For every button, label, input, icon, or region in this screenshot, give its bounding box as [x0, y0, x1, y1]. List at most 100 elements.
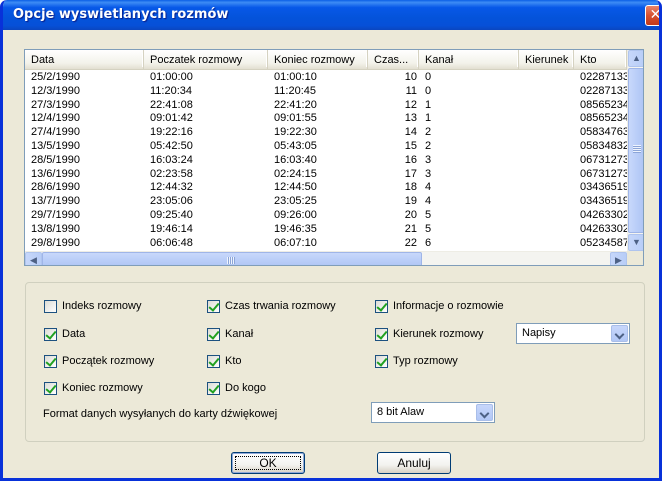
format-select[interactable]: 8 bit Alaw [371, 402, 495, 423]
table-cell [519, 112, 574, 126]
column-header-who[interactable]: Kto [574, 50, 627, 70]
checkbox-to-whom[interactable] [207, 382, 220, 395]
scrollbar-corner [627, 251, 643, 265]
checkbox-index[interactable] [44, 300, 57, 313]
option-duration[interactable]: Czas trwania rozmowy [207, 299, 336, 314]
table-row[interactable]: 27/3/1990 22:41:08 22:41:20 12 1 0856523449 [25, 99, 627, 113]
list-header: Data Poczatek rozmowy Koniec rozmowy Cza… [25, 50, 627, 70]
format-label: Format danych wysyłanych do karty dźwięk… [43, 408, 278, 420]
table-row[interactable]: 27/4/1990 19:22:16 19:22:30 14 2 0583476326 [25, 126, 627, 140]
table-cell: 10 [404, 71, 417, 83]
table-row[interactable]: 13/7/1990 23:05:06 23:05:25 19 4 0343651982 [25, 195, 627, 209]
table-row[interactable]: 13/6/1990 02:23:58 02:24:15 17 3 0673127320 [25, 168, 627, 182]
table-cell: 29/7/1990 [31, 208, 80, 221]
table-cell: 0 [425, 71, 432, 83]
close-button[interactable]: ✕ [645, 5, 659, 26]
table-cell: 22 [404, 236, 417, 249]
direction-select[interactable]: Napisy [516, 323, 630, 344]
table-row[interactable]: 13/8/1990 19:46:14 19:46:35 21 5 0426330254 [25, 223, 627, 237]
table-cell: 15 [404, 139, 417, 152]
grip-icon [227, 257, 235, 264]
table-cell: 3 [425, 153, 432, 166]
option-index[interactable]: Indeks rozmowy [44, 299, 141, 314]
checkbox-channel[interactable] [207, 328, 220, 341]
table-cell: 05:42:50 [150, 139, 193, 152]
horizontal-scrollbar[interactable]: ◀ ▶ [25, 251, 627, 265]
option-start[interactable]: Początek rozmowy [44, 354, 154, 369]
table-cell: 2 [425, 126, 432, 139]
option-label: Do kogo [225, 382, 266, 394]
checkbox-direction[interactable] [375, 328, 388, 341]
table-cell: 06:06:48 [150, 236, 193, 249]
title-bar[interactable]: Opcje wyswietlanych rozmów ✕ [3, 0, 659, 30]
vertical-scroll-thumb[interactable] [628, 68, 643, 233]
table-row[interactable]: 12/4/1990 09:01:42 09:01:55 13 1 0856523449 [25, 112, 627, 126]
table-cell: 09:26:00 [274, 208, 317, 221]
option-end[interactable]: Koniec rozmowy [44, 381, 143, 396]
option-channel[interactable]: Kanał [207, 327, 253, 342]
column-header-duration[interactable]: Czas... [368, 50, 419, 70]
horizontal-scroll-thumb[interactable] [42, 252, 422, 265]
checkbox-date[interactable] [44, 328, 57, 341]
dialog-window: Opcje wyswietlanych rozmów ✕ Data Poczat… [0, 0, 662, 481]
table-cell: 13/5/1990 [31, 139, 80, 152]
option-to-whom[interactable]: Do kogo [207, 381, 266, 396]
scroll-right-button[interactable]: ▶ [610, 252, 627, 265]
column-header-channel[interactable]: Kanał [419, 50, 519, 70]
column-header-start[interactable]: Poczatek rozmowy [144, 50, 268, 70]
checkbox-start[interactable] [44, 355, 57, 368]
table-row[interactable]: 29/8/1990 06:06:48 06:07:10 22 6 0523458787 [25, 237, 627, 251]
option-who[interactable]: Kto [207, 354, 242, 369]
table-cell: 4 [425, 195, 432, 208]
scroll-down-button[interactable]: ▼ [628, 234, 643, 251]
table-cell [519, 71, 574, 85]
table-row[interactable]: 28/6/1990 12:44:32 12:44:50 18 4 0343651982 [25, 181, 627, 195]
cancel-button[interactable]: Anuluj [377, 452, 451, 474]
checkbox-who[interactable] [207, 355, 220, 368]
table-row[interactable]: 12/3/1990 11:20:34 11:20:45 11 0 0228713333 [25, 85, 627, 99]
table-cell: 11:20:34 [150, 84, 193, 97]
table-row[interactable]: 13/5/1990 05:42:50 05:43:05 15 2 0583483233 [25, 140, 627, 154]
ok-button[interactable]: OK [231, 452, 305, 474]
list-body: 25/2/199001:00:0001:00:10100022871332812… [25, 71, 627, 251]
scroll-up-button[interactable]: ▲ [628, 50, 643, 67]
right-arrow-icon: ▶ [615, 255, 622, 265]
vertical-scrollbar[interactable]: ▲ ▼ [627, 50, 643, 251]
table-cell: 0673127320 [580, 153, 627, 166]
option-date[interactable]: Data [44, 327, 85, 342]
option-direction[interactable]: Kierunek rozmowy [375, 327, 483, 342]
table-cell: 29/8/1990 [31, 236, 80, 249]
left-arrow-icon: ◀ [30, 255, 37, 265]
table-cell: 0523458787 [580, 236, 627, 249]
scroll-left-button[interactable]: ◀ [25, 252, 42, 265]
table-cell: 12:44:50 [274, 181, 317, 194]
table-row[interactable]: 29/7/1990 09:25:40 09:26:00 20 5 0426330254 [25, 209, 627, 223]
checkbox-call-type[interactable] [375, 355, 388, 368]
column-header-direction[interactable]: Kierunek [519, 50, 574, 70]
table-cell: 0228713333 [580, 84, 627, 97]
checkbox-duration[interactable] [207, 300, 220, 313]
table-row[interactable]: 28/5/1990 16:03:24 16:03:40 16 3 0673127320 [25, 154, 627, 168]
option-call-type[interactable]: Typ rozmowy [375, 354, 458, 369]
option-label: Początek rozmowy [62, 355, 155, 367]
column-header-data[interactable]: Data [25, 50, 144, 70]
table-cell: 11:20:45 [274, 84, 317, 97]
table-cell: 20 [404, 208, 417, 221]
table-cell [519, 168, 574, 182]
option-info[interactable]: Informacje o rozmowie [375, 299, 504, 314]
checkbox-end[interactable] [44, 382, 57, 395]
table-row[interactable]: 25/2/1990 01:00:00 01:00:10 10 0 0228713328 [25, 71, 627, 85]
table-cell: 02:23:58 [150, 167, 193, 180]
option-label: Kto [225, 355, 242, 367]
up-arrow-icon: ▲ [632, 53, 641, 63]
column-header-end[interactable]: Koniec rozmowy [268, 50, 368, 70]
checkbox-info[interactable] [375, 300, 388, 313]
chevron-down-icon[interactable] [476, 404, 493, 421]
chevron-down-icon[interactable] [611, 325, 628, 342]
table-cell: 25/2/1990 [31, 71, 80, 83]
table-cell: 4 [425, 181, 432, 194]
options-group: Indeks rozmowy Data Początek rozmowy Kon… [25, 282, 645, 442]
table-cell: 01:00:00 [150, 71, 193, 83]
option-label: Kierunek rozmowy [393, 328, 484, 340]
calls-list-view[interactable]: Data Poczatek rozmowy Koniec rozmowy Cza… [24, 49, 644, 266]
